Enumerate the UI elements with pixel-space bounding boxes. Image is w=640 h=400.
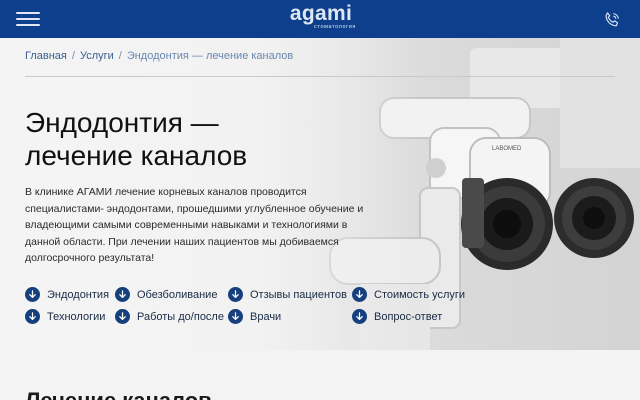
breadcrumb-separator: /	[71, 50, 75, 62]
breadcrumb-services-link[interactable]: Услуги	[80, 50, 114, 62]
arrow-down-circle-icon	[25, 287, 40, 302]
quick-link-label: Технологии	[47, 310, 106, 323]
logo[interactable]: agami стоматология	[284, 2, 358, 30]
quick-link-before-after[interactable]: Работы до/после	[115, 309, 224, 324]
quick-link-reviews[interactable]: Отзывы пациентов	[228, 287, 347, 302]
quick-link-label: Вопрос-ответ	[374, 310, 443, 323]
arrow-down-circle-icon	[228, 287, 243, 302]
arrow-down-circle-icon	[115, 309, 130, 324]
site-header: agami стоматология	[0, 0, 640, 38]
quick-link-label: Врачи	[250, 310, 282, 323]
hamburger-menu-icon[interactable]	[16, 12, 40, 27]
breadcrumb-current: Эндодонтия — лечение каналов	[126, 50, 294, 62]
arrow-down-circle-icon	[25, 309, 40, 324]
page-title-line-2: лечение каналов	[25, 140, 248, 171]
quick-link-endodontics[interactable]: Эндодонтия	[25, 287, 109, 302]
arrow-down-circle-icon	[115, 287, 130, 302]
arrow-down-circle-icon	[352, 287, 367, 302]
breadcrumb-home-link[interactable]: Главная	[25, 50, 67, 62]
quick-link-label: Эндодонтия	[47, 288, 110, 301]
page-title: Эндодонтия — лечение каналов	[25, 106, 385, 172]
quick-link-faq[interactable]: Вопрос-ответ	[352, 309, 442, 324]
quick-link-anesthesia[interactable]: Обезболивание	[115, 287, 217, 302]
quick-link-doctors[interactable]: Врачи	[228, 309, 281, 324]
phone-icon[interactable]	[602, 10, 622, 30]
section-title: Лечение каналов	[25, 388, 212, 400]
quick-link-label: Работы до/после	[137, 310, 224, 323]
quick-link-technologies[interactable]: Технологии	[25, 309, 105, 324]
quick-link-label: Стоимость услуги	[374, 288, 466, 301]
microscope-brand-label: LABOMED	[492, 146, 522, 152]
arrow-down-circle-icon	[228, 309, 243, 324]
quick-link-price[interactable]: Стоимость услуги	[352, 287, 465, 302]
breadcrumb-separator: /	[118, 50, 122, 62]
breadcrumb-divider	[25, 76, 615, 77]
quick-link-label: Обезболивание	[137, 288, 218, 301]
arrow-down-circle-icon	[352, 309, 367, 324]
intro-paragraph: В клинике АГАМИ лечение корневых каналов…	[25, 186, 364, 264]
quick-link-label: Отзывы пациентов	[250, 288, 347, 301]
page-title-line-1: Эндодонтия —	[25, 107, 219, 138]
breadcrumb: Главная / Услуги / Эндодонтия — лечение кана…	[25, 50, 293, 62]
logo-word: agami	[289, 2, 353, 25]
